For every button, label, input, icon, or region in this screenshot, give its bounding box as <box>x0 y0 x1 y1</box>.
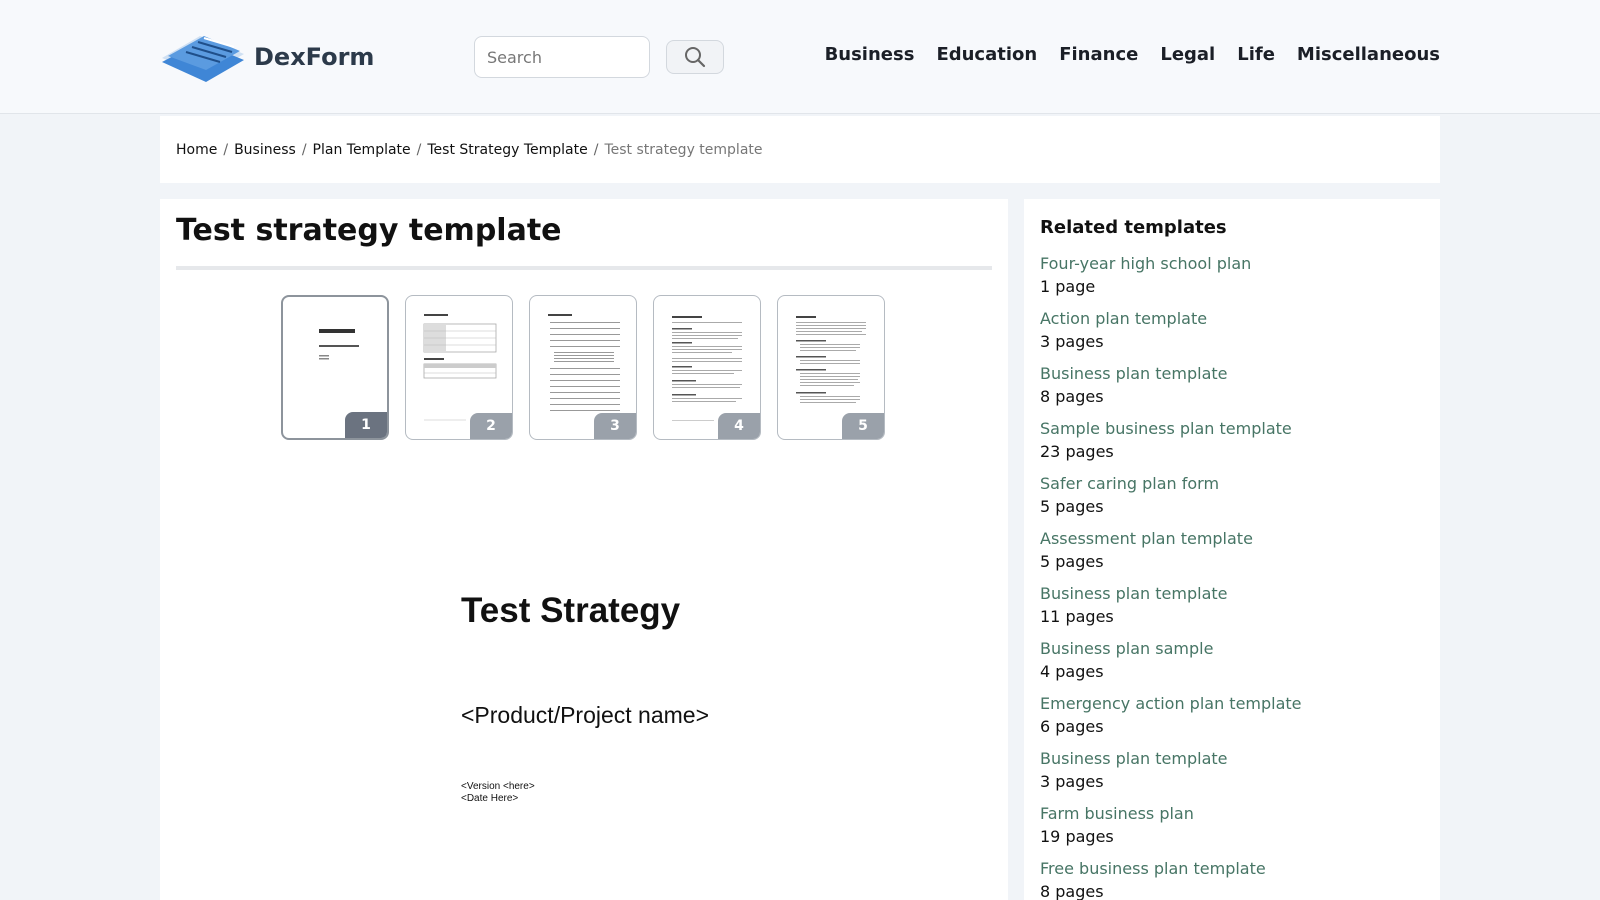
related-template-link[interactable]: Four-year high school plan <box>1040 252 1424 275</box>
related-template-pages: 19 pages <box>1040 827 1114 846</box>
breadcrumb: Home / Business / Plan Template / Test S… <box>160 116 1440 183</box>
main-nav: Business Education Finance Legal Life Mi… <box>825 44 1440 65</box>
nav-miscellaneous[interactable]: Miscellaneous <box>1297 44 1440 65</box>
related-template-link[interactable]: Farm business plan <box>1040 802 1424 825</box>
site-header: DexForm Business Education Finance Legal… <box>0 0 1600 114</box>
nav-legal[interactable]: Legal <box>1160 44 1215 65</box>
related-template-item: Business plan template 3 pages <box>1040 747 1424 794</box>
related-template-item: Emergency action plan template 6 pages <box>1040 692 1424 739</box>
nav-education[interactable]: Education <box>936 44 1037 65</box>
thumbnail-page-5[interactable]: 5 <box>777 295 885 440</box>
document-panel: Test strategy template 1 2 3 4 5 Test St… <box>160 199 1008 900</box>
title-divider <box>176 266 992 270</box>
thumbnail-page-3[interactable]: 3 <box>529 295 637 440</box>
related-template-pages: 5 pages <box>1040 552 1104 571</box>
related-template-item: Four-year high school plan 1 page <box>1040 252 1424 299</box>
breadcrumb-separator: / <box>416 141 422 158</box>
related-template-link[interactable]: Safer caring plan form <box>1040 472 1424 495</box>
related-template-pages: 8 pages <box>1040 882 1104 900</box>
related-template-link[interactable]: Business plan template <box>1040 362 1424 385</box>
nav-business[interactable]: Business <box>825 44 915 65</box>
preview-version-date: <Version <here> <Date Here> <box>461 781 535 805</box>
related-template-item: Action plan template 3 pages <box>1040 307 1424 354</box>
related-template-link[interactable]: Emergency action plan template <box>1040 692 1424 715</box>
related-templates-heading: Related templates <box>1040 217 1227 238</box>
thumbnail-page-number: 4 <box>718 413 760 439</box>
related-template-pages: 8 pages <box>1040 387 1104 406</box>
thumbnail-page-number: 2 <box>470 413 512 439</box>
page-thumbnails: 1 2 3 4 5 <box>281 295 885 440</box>
thumbnail-page-2[interactable]: 2 <box>405 295 513 440</box>
related-template-pages: 5 pages <box>1040 497 1104 516</box>
related-template-item: Free business plan template 8 pages <box>1040 857 1424 900</box>
thumbnail-page-number: 3 <box>594 413 636 439</box>
nav-finance[interactable]: Finance <box>1059 44 1138 65</box>
search-icon <box>685 47 706 68</box>
related-template-pages: 3 pages <box>1040 772 1104 791</box>
related-template-link[interactable]: Free business plan template <box>1040 857 1424 880</box>
related-templates-sidebar: Related templates Four-year high school … <box>1024 199 1440 900</box>
related-template-link[interactable]: Action plan template <box>1040 307 1424 330</box>
related-template-link[interactable]: Business plan sample <box>1040 637 1424 660</box>
breadcrumb-separator: / <box>593 141 599 158</box>
breadcrumb-test-strategy-template[interactable]: Test Strategy Template <box>427 142 587 158</box>
related-template-pages: 23 pages <box>1040 442 1114 461</box>
breadcrumb-plan-template[interactable]: Plan Template <box>313 142 411 158</box>
breadcrumb-separator: / <box>301 141 307 158</box>
related-template-link[interactable]: Business plan template <box>1040 582 1424 605</box>
search-input[interactable] <box>474 36 650 78</box>
logo-stack-icon <box>162 36 244 82</box>
related-template-item: Safer caring plan form 5 pages <box>1040 472 1424 519</box>
related-template-link[interactable]: Business plan template <box>1040 747 1424 770</box>
preview-version: <Version <here> <box>461 781 535 792</box>
related-template-pages: 6 pages <box>1040 717 1104 736</box>
site-logo[interactable]: DexForm <box>160 32 374 82</box>
breadcrumb-home[interactable]: Home <box>176 142 217 158</box>
thumbnail-page-number: 1 <box>345 412 387 438</box>
breadcrumb-separator: / <box>223 141 229 158</box>
related-template-item: Business plan sample 4 pages <box>1040 637 1424 684</box>
brand-name: DexForm <box>254 43 375 71</box>
thumbnail-page-4[interactable]: 4 <box>653 295 761 440</box>
related-template-item: Farm business plan 19 pages <box>1040 802 1424 849</box>
preview-document-title: Test Strategy <box>461 591 681 630</box>
preview-product-name: <Product/Project name> <box>461 702 710 728</box>
nav-life[interactable]: Life <box>1237 44 1275 65</box>
related-template-pages: 3 pages <box>1040 332 1104 351</box>
related-template-pages: 1 page <box>1040 277 1096 296</box>
related-template-item: Business plan template 8 pages <box>1040 362 1424 409</box>
page-title: Test strategy template <box>176 213 562 248</box>
related-template-pages: 4 pages <box>1040 662 1104 681</box>
related-template-item: Business plan template 11 pages <box>1040 582 1424 629</box>
thumbnail-page-number: 5 <box>842 413 884 439</box>
related-template-link[interactable]: Sample business plan template <box>1040 417 1424 440</box>
breadcrumb-current: Test strategy template <box>604 141 763 158</box>
related-template-link[interactable]: Assessment plan template <box>1040 527 1424 550</box>
related-template-pages: 11 pages <box>1040 607 1114 626</box>
search-button[interactable] <box>666 40 724 74</box>
preview-date: <Date Here> <box>461 793 519 804</box>
related-template-item: Sample business plan template 23 pages <box>1040 417 1424 464</box>
thumbnail-page-1[interactable]: 1 <box>281 295 389 440</box>
breadcrumb-business[interactable]: Business <box>234 142 296 158</box>
related-template-item: Assessment plan template 5 pages <box>1040 527 1424 574</box>
